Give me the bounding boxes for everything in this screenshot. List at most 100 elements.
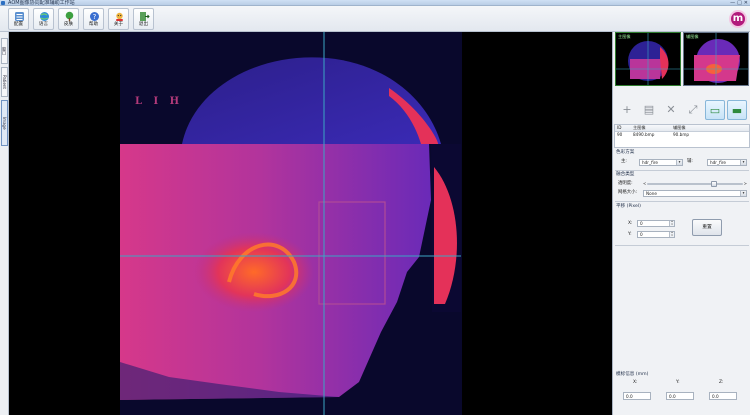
shift-x-label: X: [628, 221, 633, 226]
layers-icon: ▭ [709, 104, 721, 117]
tab-patient[interactable]: Patient [1, 67, 8, 97]
fusion-icon: ▬ [731, 104, 743, 117]
coord-y-field[interactable]: 0.0 [666, 392, 694, 400]
tab-window-label: 窗口 [2, 47, 7, 55]
file-table: ID 主图像 辅图像 90 8490.bmp 90.bmp [614, 124, 750, 148]
toolbar: 配置 语言 皮肤 ? 帮助 关于 退出 m [0, 6, 750, 32]
fusion-type-title: 融合类型 [616, 172, 635, 177]
reset-button[interactable]: 重置 [692, 219, 722, 236]
coord-info-title: 模标信息 (mm) [616, 372, 649, 377]
shift-title: 平移 (Pixel) [616, 204, 641, 209]
delete-button[interactable]: ✕ [661, 100, 681, 120]
app-icon [1, 1, 5, 5]
exit-button[interactable]: 退出 [133, 8, 154, 30]
chevron-down-icon: ▾ [676, 160, 682, 165]
skin-label: 皮肤 [63, 22, 74, 27]
coord-x-field[interactable]: 0.0 [623, 392, 651, 400]
divider [615, 201, 749, 202]
tree-icon [65, 11, 74, 22]
shift-y-label: Y: [628, 232, 632, 237]
secondary-color-label: 辅: [687, 159, 693, 164]
thumbnail-secondary-label: 辅图像 [686, 34, 699, 39]
secondary-color-select[interactable]: hdr_fire ▾ [707, 159, 747, 166]
shift-x-value: 0 [640, 221, 643, 226]
coord-y-label: Y: [676, 380, 680, 385]
opacity-track [647, 183, 743, 185]
primary-color-label: 主: [621, 159, 627, 164]
coord-x-value: 0.0 [626, 394, 633, 399]
config-button[interactable]: 配置 [8, 8, 29, 30]
secondary-color-value: hdr_fire [710, 160, 726, 165]
color-scheme-title: 色彩方案 [616, 150, 635, 155]
arrow-icon: ⤢ [688, 103, 698, 116]
chevron-down-icon: ▾ [740, 191, 746, 196]
brand-logo: m [729, 10, 747, 28]
language-button[interactable]: 语言 [33, 8, 54, 30]
grid-size-select[interactable]: None ▾ [643, 190, 747, 197]
about-button[interactable]: 关于 [108, 8, 129, 30]
globe-icon [40, 12, 49, 21]
fit-button[interactable]: ⤢ [683, 100, 703, 120]
fusion-mode-button[interactable]: ▬ [727, 100, 747, 120]
help-icon: ? [90, 12, 99, 21]
primary-color-select[interactable]: hdr_fire ▾ [639, 159, 683, 166]
language-label: 语言 [38, 22, 49, 27]
coord-z-value: 0.0 [712, 394, 719, 399]
shift-x-input[interactable]: 0 ▴ ▾ [637, 220, 675, 227]
save-button[interactable]: ▤ [639, 100, 659, 120]
tab-window[interactable]: 窗口 [1, 38, 8, 64]
fusion-image [120, 32, 462, 415]
spin-arrows-icon[interactable]: ▴ ▾ [669, 231, 674, 237]
col-id-header: ID [617, 125, 622, 130]
spin-arrows-icon[interactable]: ▴ ▾ [669, 220, 674, 226]
coord-z-field[interactable]: 0.0 [709, 392, 737, 400]
opacity-slider-handle[interactable] [711, 181, 718, 187]
opacity-increase[interactable]: > [744, 181, 747, 187]
tab-image[interactable]: Image [1, 100, 8, 146]
opacity-label: 透明度: [618, 181, 633, 186]
coord-y-value: 0.0 [669, 394, 676, 399]
help-button[interactable]: ? 帮助 [83, 8, 104, 30]
primary-color-value: hdr_fire [642, 160, 658, 165]
about-icon [116, 12, 123, 21]
shift-y-value: 0 [640, 232, 643, 237]
close-icon: ✕ [666, 103, 676, 116]
panel-icon-row: + ▤ ✕ ⤢ ▭ ▬ [613, 98, 750, 122]
shift-y-input[interactable]: 0 ▴ ▾ [637, 231, 675, 238]
thumbnail-primary[interactable]: 主图像 [615, 32, 681, 86]
orientation-label: L I H [135, 96, 184, 107]
exit-icon [140, 12, 150, 21]
opacity-slider[interactable]: < > [643, 181, 747, 187]
col-primary-header: 主图像 [633, 125, 646, 130]
divider [615, 170, 749, 171]
row-primary-file[interactable]: 8490.bmp [633, 132, 654, 138]
image-viewer[interactable]: L I H [9, 32, 612, 415]
add-button[interactable]: + [617, 100, 637, 120]
tab-patient-label: Patient [2, 75, 7, 89]
overlay-mode-button[interactable]: ▭ [705, 100, 725, 120]
logo-text: m [732, 13, 744, 24]
divider [615, 245, 749, 246]
floppy-icon: ▤ [643, 103, 655, 116]
col-secondary-header: 辅图像 [673, 125, 686, 130]
row-secondary-file[interactable]: 90.bmp [673, 132, 689, 138]
svg-text:?: ? [93, 13, 97, 21]
skin-button[interactable]: 皮肤 [58, 8, 79, 30]
sliders-icon [15, 12, 24, 21]
coord-x-label: X: [633, 380, 638, 385]
grid-size-value: None [646, 191, 657, 196]
row-id[interactable]: 90 [617, 132, 622, 138]
control-panel: 主图像 辅图像 + ▤ ✕ ⤢ ▭ ▬ ID 主图像 辅图像 90 8490.b… [612, 32, 750, 415]
thumbnail-primary-image [616, 33, 680, 85]
tab-image-label: Image [2, 116, 7, 130]
about-label: 关于 [113, 22, 124, 27]
left-tab-strip: 窗口 Patient Image [0, 32, 9, 415]
thumbnail-secondary-image [684, 33, 748, 85]
grid-size-label: 网格大小: [618, 190, 638, 195]
plus-icon: + [622, 103, 632, 116]
config-label: 配置 [13, 22, 24, 27]
opacity-decrease[interactable]: < [643, 181, 646, 187]
exit-label: 退出 [138, 22, 149, 27]
chevron-down-icon: ▾ [740, 160, 746, 165]
thumbnail-secondary[interactable]: 辅图像 [683, 32, 749, 86]
